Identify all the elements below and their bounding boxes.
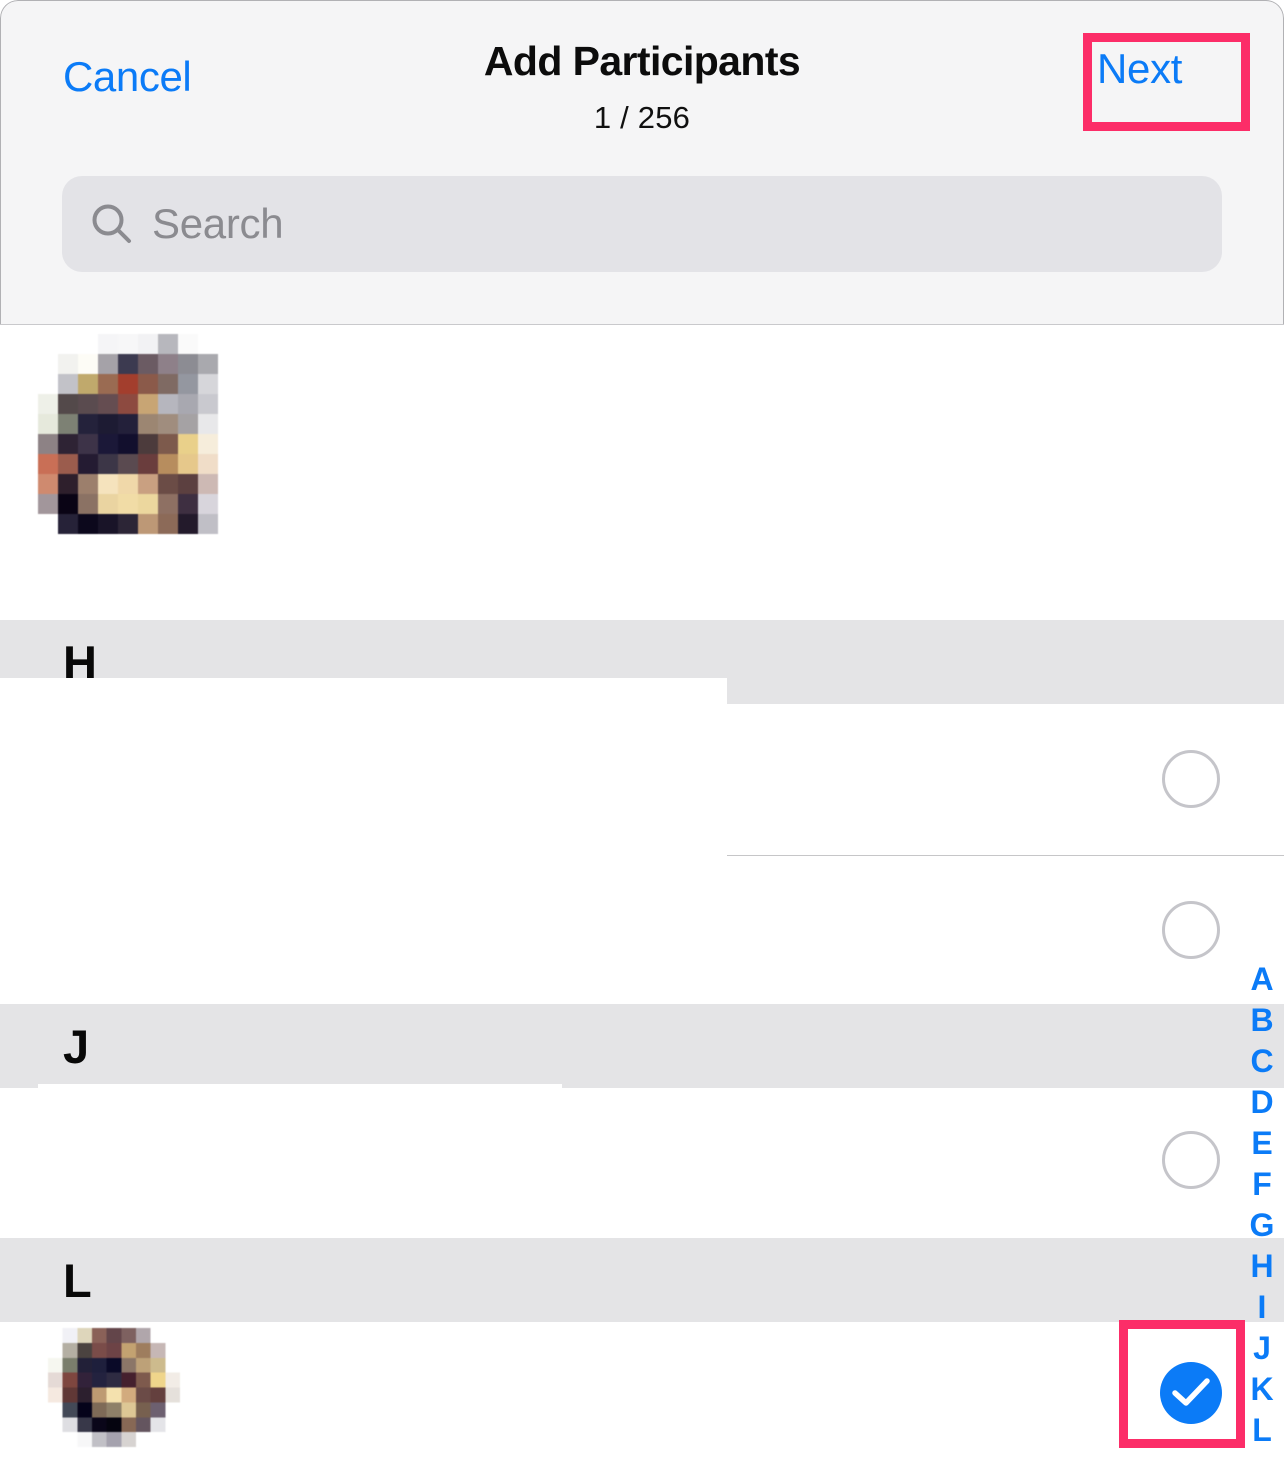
section-header-l: L [0,1238,1284,1322]
index-letter-a[interactable]: A [1240,962,1284,996]
section-letter: J [63,1020,89,1073]
index-letter-i[interactable]: I [1240,1290,1284,1324]
table-row[interactable] [0,1088,1284,1238]
contact-checkbox[interactable] [1162,1131,1220,1189]
index-letter-b[interactable]: B [1240,1003,1284,1037]
table-row[interactable] [0,1322,1284,1462]
contact-checkbox[interactable] [1162,901,1220,959]
section-header-j: J [0,1004,1284,1088]
section-letter: L [63,1254,92,1307]
index-letter-l[interactable]: L [1240,1413,1284,1447]
participant-count: 1 / 256 [593,100,691,135]
index-letter-e[interactable]: E [1240,1126,1284,1160]
index-letter-g[interactable]: G [1240,1208,1284,1242]
index-letter-f[interactable]: F [1240,1167,1284,1201]
navigation-bar: Cancel Add Participants 1 / 256 Next Sea… [0,0,1284,325]
table-row[interactable] [0,856,1284,1004]
avatar [38,334,238,534]
table-row[interactable] [0,704,1284,856]
search-icon [90,202,134,246]
contact-checkbox[interactable] [1162,750,1220,808]
index-letter-h[interactable]: H [1240,1249,1284,1283]
page-title: Add Participants [483,38,801,84]
selected-contact-checkbox[interactable] [1160,1362,1222,1424]
redacted-contact-name [238,326,1284,620]
search-input[interactable]: Search [62,176,1222,272]
search-placeholder: Search [152,200,284,247]
add-participants-screen: Cancel Add Participants 1 / 256 Next Sea… [0,0,1284,1462]
contact-list[interactable]: H J L [0,326,1284,1462]
index-letter-k[interactable]: K [1240,1372,1284,1406]
avatar [48,1328,180,1462]
alphabet-index[interactable]: A B C D E F G H I J K L [1240,962,1284,1462]
index-letter-d[interactable]: D [1240,1085,1284,1119]
list-item[interactable] [0,326,1284,620]
index-letter-c[interactable]: C [1240,1044,1284,1078]
index-letter-j[interactable]: J [1240,1331,1284,1365]
next-button[interactable]: Next [1097,48,1182,90]
